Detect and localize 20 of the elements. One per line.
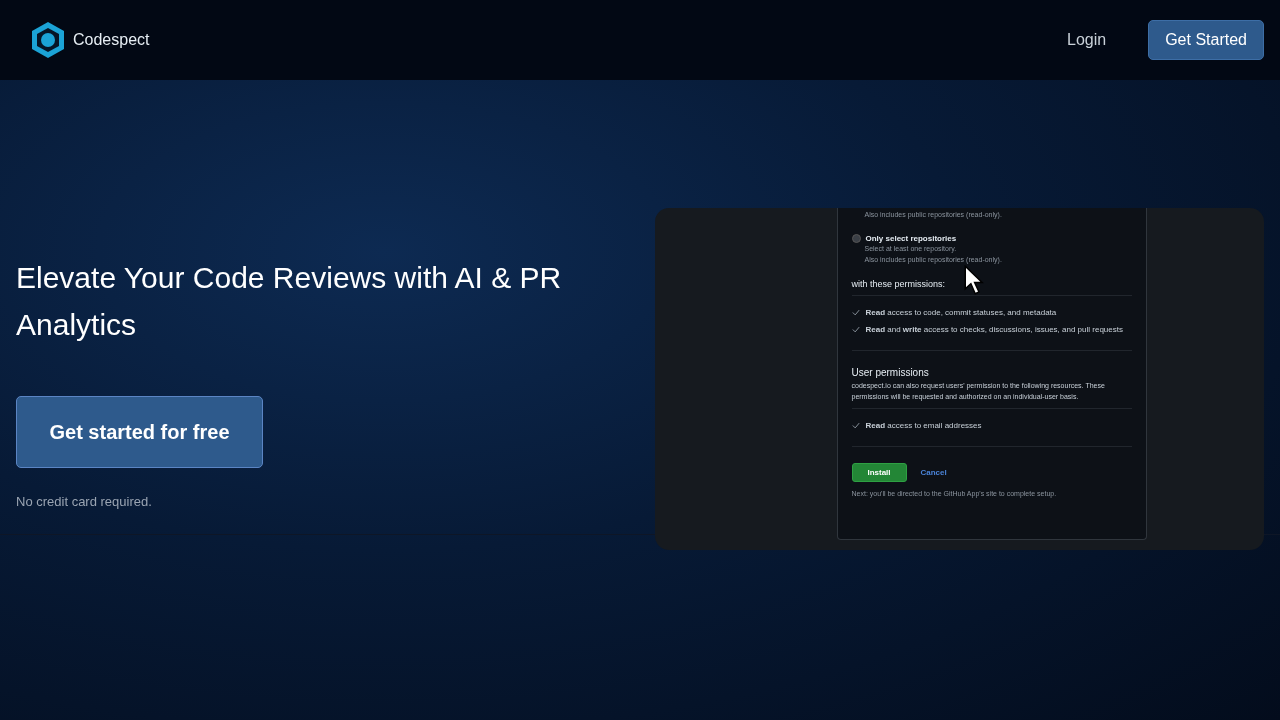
permissions-heading: with these permissions:	[851, 279, 947, 289]
no-credit-card-note: No credit card required.	[16, 494, 153, 509]
brand-name[interactable]: Codespect	[73, 31, 150, 49]
install-button[interactable]: Install	[851, 463, 907, 482]
get-started-button[interactable]: Get Started	[1148, 20, 1264, 60]
checkmark-icon	[851, 326, 860, 333]
user-permissions-heading: User permissions	[851, 367, 930, 378]
checkmark-icon	[851, 309, 860, 316]
hero-heading: Elevate Your Code Reviews with AI & PR Analytics	[16, 260, 563, 343]
cancel-link[interactable]: Cancel	[920, 468, 947, 477]
get-started-free-button[interactable]: Get started for free	[16, 396, 263, 468]
permission-text: Read and write access to checks, discussions, issues, and pull requests	[865, 324, 1123, 336]
login-link[interactable]: Login	[1067, 31, 1107, 49]
mouse-cursor-icon	[963, 265, 984, 295]
permission-text: Read access to code, commit statuses, and metadata	[865, 307, 1057, 319]
checkmark-icon	[851, 422, 860, 429]
permission-text: Read access to email addresses	[865, 420, 982, 432]
radio-button[interactable]	[851, 234, 861, 243]
hexagon-logo-icon	[31, 21, 65, 59]
option-label[interactable]: Only select repositories	[865, 234, 957, 243]
